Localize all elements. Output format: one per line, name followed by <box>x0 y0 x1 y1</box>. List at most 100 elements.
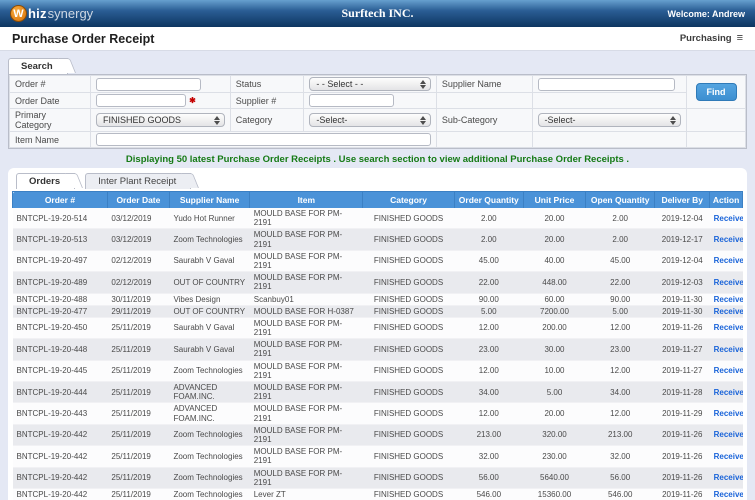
item-name-field[interactable] <box>96 133 431 146</box>
supplier-number-field[interactable] <box>309 94 394 107</box>
receive-link[interactable]: Receive <box>714 366 743 375</box>
search-section: Search Order # Status - - Select - - <box>8 57 747 149</box>
order-date-cell: 02/12/2019 <box>107 272 169 293</box>
receive-link[interactable]: Receive <box>714 323 743 332</box>
sub-category-label: Sub-Category <box>436 109 532 132</box>
page-title: Purchase Order Receipt <box>12 32 154 46</box>
item-cell: MOULD BASE FOR PM-2191 <box>250 467 363 488</box>
table-row: BNTCPL-19-20-48902/12/2019OUT OF COUNTRY… <box>13 272 743 293</box>
order-date-cell: 25/11/2019 <box>107 317 169 338</box>
order-quantity-cell: 90.00 <box>454 293 523 305</box>
category-cell: FINISHED GOODS <box>363 305 454 317</box>
unit-price-cell: 5640.00 <box>523 467 585 488</box>
receive-link[interactable]: Receive <box>714 307 743 316</box>
open-quantity-cell: 5.00 <box>586 305 655 317</box>
order-date-cell: 03/12/2019 <box>107 229 169 250</box>
order-number-cell: BNTCPL-19-20-445 <box>13 360 108 381</box>
order-quantity-cell: 56.00 <box>454 467 523 488</box>
order-number-field[interactable] <box>96 78 201 91</box>
whizsynergy-logo[interactable]: W hiz synergy <box>10 5 93 22</box>
supplier-name-cell: Zoom Technologies <box>169 229 249 250</box>
action-cell: Receive <box>710 339 743 360</box>
receive-link[interactable]: Receive <box>714 490 743 499</box>
deliver-by-cell: 2019-12-17 <box>655 229 710 250</box>
order-number-cell: BNTCPL-19-20-450 <box>13 317 108 338</box>
up-down-arrows-icon <box>669 116 677 125</box>
order-number-cell: BNTCPL-19-20-513 <box>13 229 108 250</box>
table-row: BNTCPL-19-20-44325/11/2019ADVANCED FOAM.… <box>13 403 743 424</box>
column-header-deliver-by: Deliver By <box>655 192 710 209</box>
logo-text-bold: hiz <box>28 6 47 21</box>
status-select[interactable]: - - Select - - <box>309 77 430 91</box>
receive-link[interactable]: Receive <box>714 235 743 244</box>
primary-category-select[interactable]: FINISHED GOODS <box>96 113 225 127</box>
deliver-by-cell: 2019-12-04 <box>655 250 710 271</box>
category-label: Category <box>230 109 304 132</box>
unit-price-cell: 10.00 <box>523 360 585 381</box>
order-date-field[interactable] <box>96 94 186 107</box>
order-date-cell: 25/11/2019 <box>107 467 169 488</box>
primary-category-label: Primary Category <box>10 109 91 132</box>
order-number-cell: BNTCPL-19-20-448 <box>13 339 108 360</box>
receive-link[interactable]: Receive <box>714 256 743 265</box>
receive-link[interactable]: Receive <box>714 452 743 461</box>
tab-slant-edge <box>65 173 83 188</box>
column-header-item: Item <box>250 192 363 209</box>
supplier-name-cell: Zoom Technologies <box>169 446 249 467</box>
supplier-name-cell: Zoom Technologies <box>169 488 249 500</box>
category-select[interactable]: -Select- <box>309 113 430 127</box>
supplier-name-cell: Zoom Technologies <box>169 467 249 488</box>
order-date-cell: 02/12/2019 <box>107 250 169 271</box>
purchase-order-receipt-page: W hiz synergy Surftech INC. Welcome: And… <box>0 0 755 500</box>
tab-orders[interactable]: Orders <box>16 173 75 189</box>
up-down-arrows-icon <box>213 116 221 125</box>
column-header-open-quantity: Open Quantity <box>586 192 655 209</box>
column-header-order-date: Order Date <box>107 192 169 209</box>
category-cell: FINISHED GOODS <box>363 208 454 229</box>
item-cell: MOULD BASE FOR PM-2191 <box>250 382 363 403</box>
item-cell: MOULD BASE FOR PM-2191 <box>250 250 363 271</box>
table-row: BNTCPL-19-20-44825/11/2019Saurabh V Gava… <box>13 339 743 360</box>
deliver-by-cell: 2019-11-26 <box>655 488 710 500</box>
order-quantity-cell: 213.00 <box>454 424 523 445</box>
receive-link[interactable]: Receive <box>714 214 743 223</box>
receive-link[interactable]: Receive <box>714 388 743 397</box>
unit-price-cell: 230.00 <box>523 446 585 467</box>
order-number-cell: BNTCPL-19-20-477 <box>13 305 108 317</box>
item-cell: MOULD BASE FOR PM-2191 <box>250 229 363 250</box>
orders-table-header: Order #Order DateSupplier NameItemCatego… <box>13 192 743 209</box>
deliver-by-cell: 2019-11-27 <box>655 360 710 381</box>
order-quantity-cell: 23.00 <box>454 339 523 360</box>
category-cell: FINISHED GOODS <box>363 488 454 500</box>
tab-search[interactable]: Search <box>8 58 68 74</box>
supplier-name-field[interactable] <box>538 78 676 91</box>
open-quantity-cell: 12.00 <box>586 317 655 338</box>
supplier-name-cell: ADVANCED FOAM.INC. <box>169 403 249 424</box>
purchasing-menu[interactable]: Purchasing ≡ <box>680 33 743 44</box>
order-date-cell: 25/11/2019 <box>107 382 169 403</box>
category-select-value: -Select- <box>316 115 347 125</box>
unit-price-cell: 7200.00 <box>523 305 585 317</box>
category-cell: FINISHED GOODS <box>363 424 454 445</box>
column-header-unit-price: Unit Price <box>523 192 585 209</box>
supplier-name-cell: OUT OF COUNTRY <box>169 305 249 317</box>
find-button[interactable]: Find <box>696 83 737 101</box>
tab-inter-plant-receipt[interactable]: Inter Plant Receipt <box>85 173 191 189</box>
receive-link[interactable]: Receive <box>714 345 743 354</box>
receive-link[interactable]: Receive <box>714 409 743 418</box>
receive-link[interactable]: Receive <box>714 473 743 482</box>
order-date-cell: 25/11/2019 <box>107 446 169 467</box>
receive-link[interactable]: Receive <box>714 295 743 304</box>
order-number-cell: BNTCPL-19-20-442 <box>13 424 108 445</box>
table-row: BNTCPL-19-20-44225/11/2019Zoom Technolog… <box>13 424 743 445</box>
item-cell: MOULD BASE FOR PM-2191 <box>250 272 363 293</box>
category-cell: FINISHED GOODS <box>363 293 454 305</box>
receive-link[interactable]: Receive <box>714 430 743 439</box>
item-cell: Scanbuy01 <box>250 293 363 305</box>
action-cell: Receive <box>710 488 743 500</box>
sub-category-select[interactable]: -Select- <box>538 113 682 127</box>
receive-link[interactable]: Receive <box>714 278 743 287</box>
category-cell: FINISHED GOODS <box>363 382 454 403</box>
unit-price-cell: 20.00 <box>523 229 585 250</box>
table-row: BNTCPL-19-20-44225/11/2019Zoom Technolog… <box>13 488 743 500</box>
